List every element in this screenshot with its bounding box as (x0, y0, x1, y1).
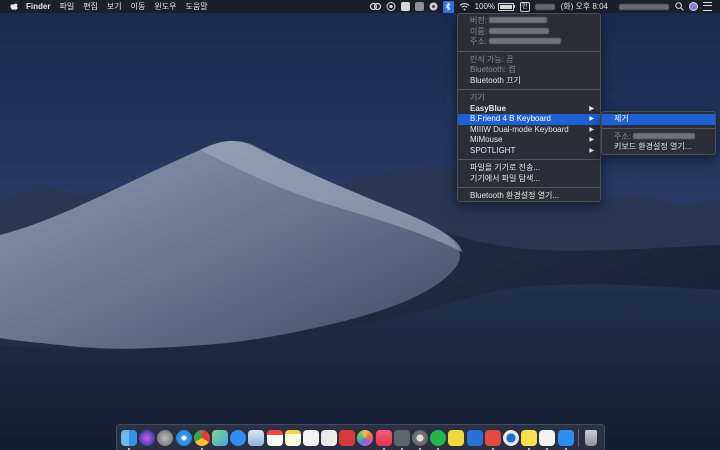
siri-icon[interactable] (139, 429, 156, 446)
apple-icon[interactable] (10, 2, 18, 11)
search-icon[interactable] (675, 0, 684, 13)
menu-help[interactable]: 도움말 (185, 0, 207, 13)
menu-edit[interactable]: 편집 (83, 0, 98, 13)
bt-browse-files-item[interactable]: 기기에서 파일 탐색... (458, 174, 600, 185)
menu-window[interactable]: 윈도우 (154, 0, 176, 13)
icloud-icon[interactable] (539, 429, 556, 450)
bt-devices-header: 기기 (470, 93, 485, 102)
eye-icon[interactable] (386, 0, 396, 13)
clock[interactable]: (화) 오후 8:04 (561, 0, 608, 13)
facetime-icon[interactable] (393, 429, 410, 450)
bt-open-prefs-item[interactable]: Bluetooth 환경설정 열기... (458, 191, 600, 202)
evernote-icon[interactable] (430, 429, 447, 450)
menu-separator (458, 50, 600, 52)
wifi-icon[interactable] (459, 0, 470, 13)
submenu-arrow-icon: ▶ (589, 126, 594, 133)
notification-list-icon[interactable] (703, 0, 712, 13)
menu-view[interactable]: 보기 (107, 0, 122, 13)
calendar-icon[interactable] (266, 429, 283, 446)
bt-toggle-item[interactable]: Bluetooth 끄기 (458, 76, 600, 87)
bt-send-file-item[interactable]: 파일을 기기로 전송... (458, 163, 600, 174)
bt-name-row: 이름: (458, 27, 600, 38)
safari-icon[interactable] (175, 429, 192, 446)
app-store-icon[interactable] (230, 429, 247, 446)
app-icon-red[interactable] (484, 429, 501, 450)
textedit-icon[interactable] (321, 429, 338, 446)
app-icon-orange[interactable] (502, 429, 519, 446)
bt-address-row: 주소: (458, 37, 600, 48)
menu-go[interactable]: 이동 (131, 0, 146, 13)
trash-icon[interactable] (584, 429, 597, 446)
photos-icon[interactable] (357, 429, 374, 446)
device-remove-item[interactable]: 제거 (602, 114, 715, 125)
music-icon[interactable] (375, 429, 392, 450)
photo-booth-icon[interactable] (339, 429, 356, 446)
launchpad-icon[interactable] (157, 429, 174, 446)
battery-percent: 100% (474, 2, 496, 11)
device-keyboard-prefs-item[interactable]: 키보드 환경설정 열기... (602, 142, 715, 153)
app-icon-blue[interactable] (466, 429, 483, 446)
bt-discoverable: 인식 가능: 끔 (470, 54, 514, 64)
menu-file[interactable]: 파일 (59, 0, 74, 13)
preview-icon[interactable] (248, 429, 265, 446)
system-preferences-icon[interactable] (412, 429, 428, 450)
dock-separator (577, 428, 579, 447)
battery-icon (498, 2, 515, 11)
submenu-arrow-icon: ▶ (589, 147, 594, 154)
battery-indicator[interactable]: 100% (474, 0, 516, 13)
submenu-arrow-icon: ▶ (589, 105, 594, 112)
chrome-icon[interactable] (193, 429, 210, 450)
notes-icon[interactable] (284, 429, 301, 446)
user-avatar-icon[interactable] (689, 0, 698, 13)
ladybug-icon[interactable] (429, 0, 438, 13)
sticky-icon[interactable] (448, 429, 465, 446)
maps-icon[interactable] (211, 429, 228, 446)
bt-version-row: 버전: (458, 16, 600, 27)
dock (116, 424, 605, 450)
menubar-blurred-user[interactable] (613, 0, 669, 13)
bt-device-miiiw[interactable]: MIIIW Dual-mode Keyboard ▶ (458, 125, 600, 136)
desktop-wallpaper (0, 0, 720, 450)
device-address-row: 주소: (602, 132, 715, 143)
menu-app-name[interactable]: Finder (26, 0, 50, 13)
menu-separator (602, 127, 715, 129)
bluetooth-menu: 버전: 이름: 주소: 인식 가능: 끔 Bluetooth: 켬 Blueto… (457, 13, 601, 202)
menubar-blurred-item[interactable] (534, 0, 555, 13)
window-icon[interactable] (400, 0, 410, 13)
teamviewer-icon[interactable] (557, 429, 574, 450)
input-method-icon[interactable]: 한 (520, 0, 530, 13)
bt-device-spotlight[interactable]: SPOTLIGHT ▶ (458, 146, 600, 157)
reminders-icon[interactable] (302, 429, 319, 446)
kakaotalk-icon[interactable] (521, 429, 538, 450)
menu-bar: Finder 파일 편집 보기 이동 윈도우 도움말 100% 한 (화) 오후… (0, 0, 720, 13)
finder-icon[interactable] (121, 429, 137, 450)
menu-separator (458, 159, 600, 160)
bt-device-easyblue[interactable]: EasyBlue ▶ (458, 104, 600, 115)
device-submenu: 제거 주소: 키보드 환경설정 열기... (601, 111, 716, 155)
cc-icon[interactable] (369, 0, 381, 13)
submenu-arrow-icon: ▶ (589, 137, 594, 143)
bt-device-mimouse[interactable]: MiMouse ▶ (458, 135, 600, 146)
screenshot-icon[interactable] (414, 0, 424, 13)
bt-device-bfriend[interactable]: B.Friend 4 B Keyboard ▶ (458, 114, 600, 125)
bluetooth-icon[interactable] (442, 0, 454, 13)
bt-status: Bluetooth: 켬 (470, 65, 516, 74)
menu-separator (458, 187, 600, 188)
menu-separator (458, 89, 600, 90)
submenu-arrow-icon: ▶ (589, 116, 594, 122)
